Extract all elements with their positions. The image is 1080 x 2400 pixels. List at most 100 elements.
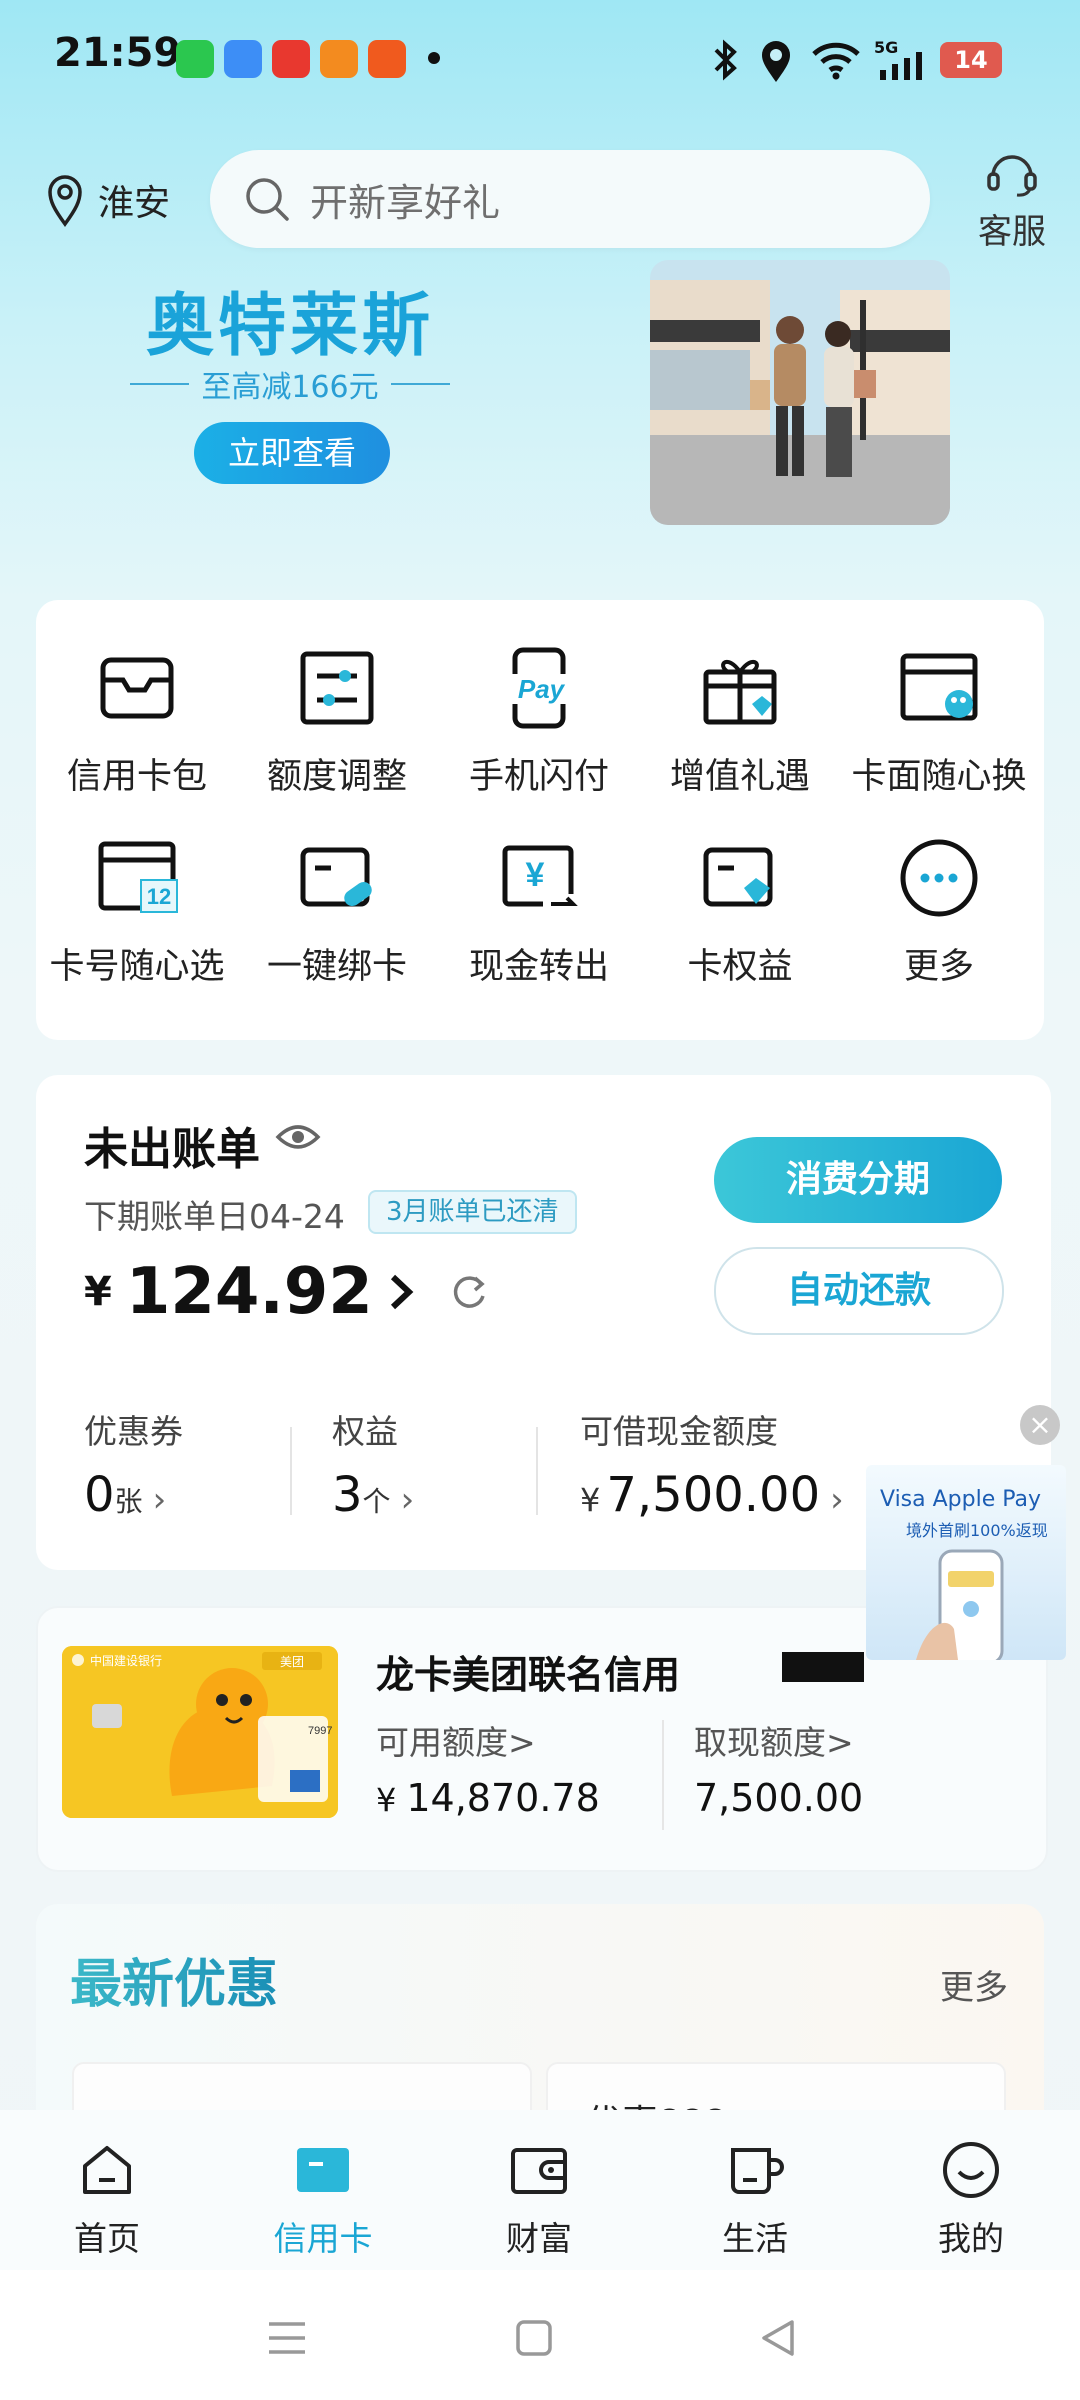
bill-currency: ¥ bbox=[84, 1269, 112, 1315]
tab-life[interactable]: 生活 bbox=[675, 2140, 835, 2260]
system-nav-bar bbox=[0, 2270, 1080, 2400]
quick-menu-item[interactable]: 信用卡包 bbox=[37, 646, 237, 799]
autopay-button[interactable]: 自动还款 bbox=[714, 1247, 1004, 1335]
notification-dot-icon bbox=[428, 52, 440, 64]
smile-icon bbox=[943, 2142, 999, 2198]
ad-title: Visa Apple Pay bbox=[880, 1487, 1042, 1512]
promotions-title: 最新优惠 bbox=[70, 1942, 278, 2017]
tab-home[interactable]: 首页 bbox=[27, 2140, 187, 2260]
stat-unit: 张 bbox=[114, 1485, 143, 1518]
card-benefit-icon bbox=[703, 847, 773, 907]
divider bbox=[130, 383, 190, 385]
bill-amount-row[interactable]: ¥ 124.92 bbox=[84, 1255, 491, 1329]
card-thumb-brand: 美团 bbox=[280, 1655, 304, 1669]
bind-card-icon bbox=[300, 847, 372, 907]
divider bbox=[536, 1427, 538, 1515]
wallet-icon bbox=[511, 2148, 567, 2194]
customer-service-button[interactable]: 客服 bbox=[962, 148, 1062, 253]
quick-menu-item[interactable]: 一键绑卡 bbox=[237, 836, 437, 989]
chevron-right-icon: › bbox=[400, 1480, 415, 1520]
home-square-icon[interactable] bbox=[514, 2318, 554, 2358]
quick-menu-label: 额度调整 bbox=[266, 757, 407, 797]
app-notification-icon bbox=[320, 40, 358, 78]
cup-icon bbox=[731, 2148, 784, 2194]
home-icon bbox=[83, 2146, 131, 2194]
quick-menu-label: 卡号随心选 bbox=[49, 947, 225, 987]
floating-ad[interactable]: Visa Apple Pay 境外首刷100%返现 bbox=[866, 1465, 1066, 1660]
cash-limit-label[interactable]: 取现额度> bbox=[694, 1716, 854, 1764]
quick-menu-label: 信用卡包 bbox=[66, 757, 207, 797]
status-badge: 3月账单已还清 bbox=[368, 1190, 577, 1234]
status-time: 21:59 bbox=[54, 30, 182, 76]
quick-menu-item[interactable]: 更多 bbox=[839, 836, 1039, 989]
stat-label: 权益 bbox=[332, 1412, 398, 1451]
phone-in-hand-image bbox=[916, 1549, 1004, 1660]
eye-icon[interactable] bbox=[274, 1117, 322, 1157]
available-amount: 14,870.78 bbox=[406, 1776, 600, 1820]
quick-menu-label: 卡面随心换 bbox=[851, 757, 1027, 797]
cash-limit-stat[interactable]: 可借现金额度 ¥7,500.00 › bbox=[580, 1405, 844, 1523]
installment-button[interactable]: 消费分期 bbox=[714, 1137, 1002, 1223]
banner-title: 奥特莱斯 bbox=[145, 287, 434, 366]
card-number-icon: 12 bbox=[98, 841, 178, 913]
phone-pay-icon: Pay bbox=[507, 647, 581, 729]
bluetooth-icon bbox=[714, 39, 737, 81]
location-status-icon bbox=[762, 41, 790, 82]
coupon-stat[interactable]: 优惠券 0张 › bbox=[84, 1405, 183, 1523]
divider bbox=[390, 383, 451, 385]
promotions-section: 最新优惠 更多 优惠888 bbox=[36, 1904, 1044, 2134]
divider bbox=[290, 1427, 292, 1515]
gift-icon bbox=[703, 659, 777, 725]
ad-subtitle: 境外首刷100%返现 bbox=[906, 1521, 1048, 1540]
quick-menu-label: 手机闪付 bbox=[468, 757, 609, 797]
stat-value-row: ¥7,500.00 › bbox=[580, 1467, 844, 1523]
back-icon[interactable] bbox=[756, 2316, 800, 2360]
bill-title: 未出账单 bbox=[84, 1124, 260, 1175]
tab-wealth[interactable]: 财富 bbox=[459, 2140, 619, 2260]
tab-label: 财富 bbox=[506, 2219, 572, 2258]
tab-mine[interactable]: 我的 bbox=[891, 2140, 1051, 2260]
headset-icon bbox=[987, 155, 1037, 197]
quick-menu-label: 现金转出 bbox=[468, 947, 609, 987]
location-pin-icon bbox=[48, 175, 82, 227]
search-input[interactable]: 开新享好礼 bbox=[210, 150, 930, 248]
battery-icon: 14 bbox=[940, 42, 1002, 78]
tab-label: 生活 bbox=[722, 2219, 788, 2258]
status-bar: 21:59 5G 14 bbox=[0, 0, 1080, 120]
tab-label: 首页 bbox=[74, 2219, 140, 2258]
refresh-icon[interactable] bbox=[447, 1270, 491, 1314]
quick-menu-item[interactable]: Pay 手机闪付 bbox=[439, 646, 639, 799]
stat-value: 7,500.00 bbox=[606, 1467, 821, 1523]
location-selector[interactable]: 淮安 bbox=[46, 170, 170, 230]
card-thumbnail: 中国建设银行 美团 7997 bbox=[62, 1646, 338, 1818]
stat-value: 0 bbox=[84, 1467, 115, 1523]
quick-menu-item[interactable]: 12 卡号随心选 bbox=[37, 836, 237, 989]
quick-menu-item[interactable]: 额度调整 bbox=[237, 646, 437, 799]
close-icon[interactable]: × bbox=[1020, 1405, 1060, 1445]
banner-subtitle: 至高减166元 bbox=[201, 370, 379, 405]
banner-subtitle-row: 至高减166元 bbox=[130, 362, 451, 406]
taobao-icon bbox=[368, 40, 406, 78]
stat-label: 可借现金额度 bbox=[580, 1412, 778, 1451]
bill-due-date: 下期账单日04-24 bbox=[84, 1197, 345, 1236]
banner-cta-button[interactable]: 立即查看 bbox=[194, 422, 390, 484]
quick-menu-label: 增值礼遇 bbox=[669, 757, 810, 797]
stat-unit: 个 bbox=[362, 1485, 391, 1518]
quick-menu-label: 更多 bbox=[903, 947, 974, 987]
quick-menu-item[interactable]: ¥ 现金转出 bbox=[439, 836, 639, 989]
menu-icon[interactable] bbox=[265, 2318, 309, 2358]
bottom-tab-bar: 首页 信用卡 财富 生活 我的 bbox=[0, 2110, 1080, 2270]
quick-menu-item[interactable]: 卡面随心换 bbox=[839, 646, 1039, 799]
tab-credit-card[interactable]: 信用卡 bbox=[243, 2140, 403, 2260]
bill-amount: 124.92 bbox=[125, 1255, 373, 1329]
quick-menu-item[interactable]: 增值礼遇 bbox=[640, 646, 840, 799]
card-thumb-bank: 中国建设银行 bbox=[90, 1653, 162, 1668]
quick-menu-item[interactable]: 卡权益 bbox=[640, 836, 840, 989]
card-number-icon-text: 12 bbox=[147, 884, 171, 909]
more-icon bbox=[900, 839, 978, 917]
promotions-more-link[interactable]: 更多 bbox=[940, 1960, 1008, 2009]
search-icon bbox=[246, 178, 289, 221]
benefit-stat[interactable]: 权益 3个 › bbox=[332, 1405, 414, 1523]
location-label: 淮安 bbox=[98, 183, 171, 224]
available-limit-label[interactable]: 可用额度> bbox=[376, 1716, 536, 1764]
